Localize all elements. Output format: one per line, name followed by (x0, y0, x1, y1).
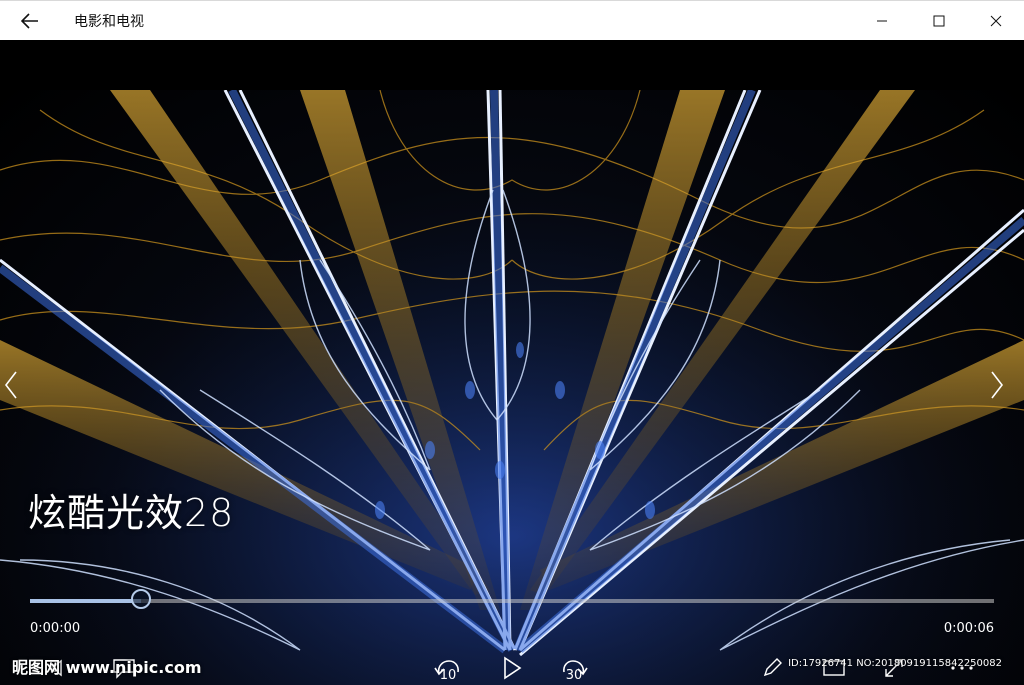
minimize-icon (876, 20, 887, 22)
play-icon (504, 656, 522, 679)
maximize-button[interactable] (910, 1, 967, 41)
seek-thumb[interactable] (130, 589, 151, 609)
skip-forward-label: 30 (565, 668, 583, 683)
elapsed-time: 0:00:00 (30, 621, 81, 636)
letterbox (0, 40, 1024, 90)
watermark-id: ID:17926741 NO:20180919115842250082 (788, 658, 1002, 669)
pencil-icon (763, 657, 782, 676)
app-title: 电影和电视 (74, 13, 144, 30)
minimize-button[interactable] (853, 1, 910, 41)
next-button[interactable] (990, 370, 1020, 410)
title-bar: 电影和电视 (0, 0, 1024, 40)
media-title: 炫酷光效28 (28, 491, 235, 535)
close-button[interactable] (967, 1, 1024, 41)
video-light-effect (0, 90, 1024, 685)
skip-back-button[interactable]: 10 (426, 650, 470, 685)
back-arrow-icon (21, 12, 38, 29)
back-button[interactable] (0, 1, 60, 41)
chevron-right-icon (991, 371, 1004, 399)
chevron-left-icon (4, 371, 17, 399)
skip-back-label: 10 (439, 668, 457, 683)
play-button[interactable] (490, 650, 534, 685)
close-icon (990, 15, 1001, 27)
seek-bar[interactable] (30, 589, 994, 609)
seek-progress (30, 599, 141, 603)
video-frame[interactable] (0, 90, 1024, 685)
previous-button[interactable] (4, 370, 34, 410)
watermark-site: 昵图网 www.nipic.com (12, 658, 202, 677)
window-controls (853, 1, 1024, 41)
maximize-icon (933, 15, 944, 27)
skip-forward-button[interactable]: 30 (552, 650, 596, 685)
total-time: 0:00:06 (943, 621, 994, 636)
